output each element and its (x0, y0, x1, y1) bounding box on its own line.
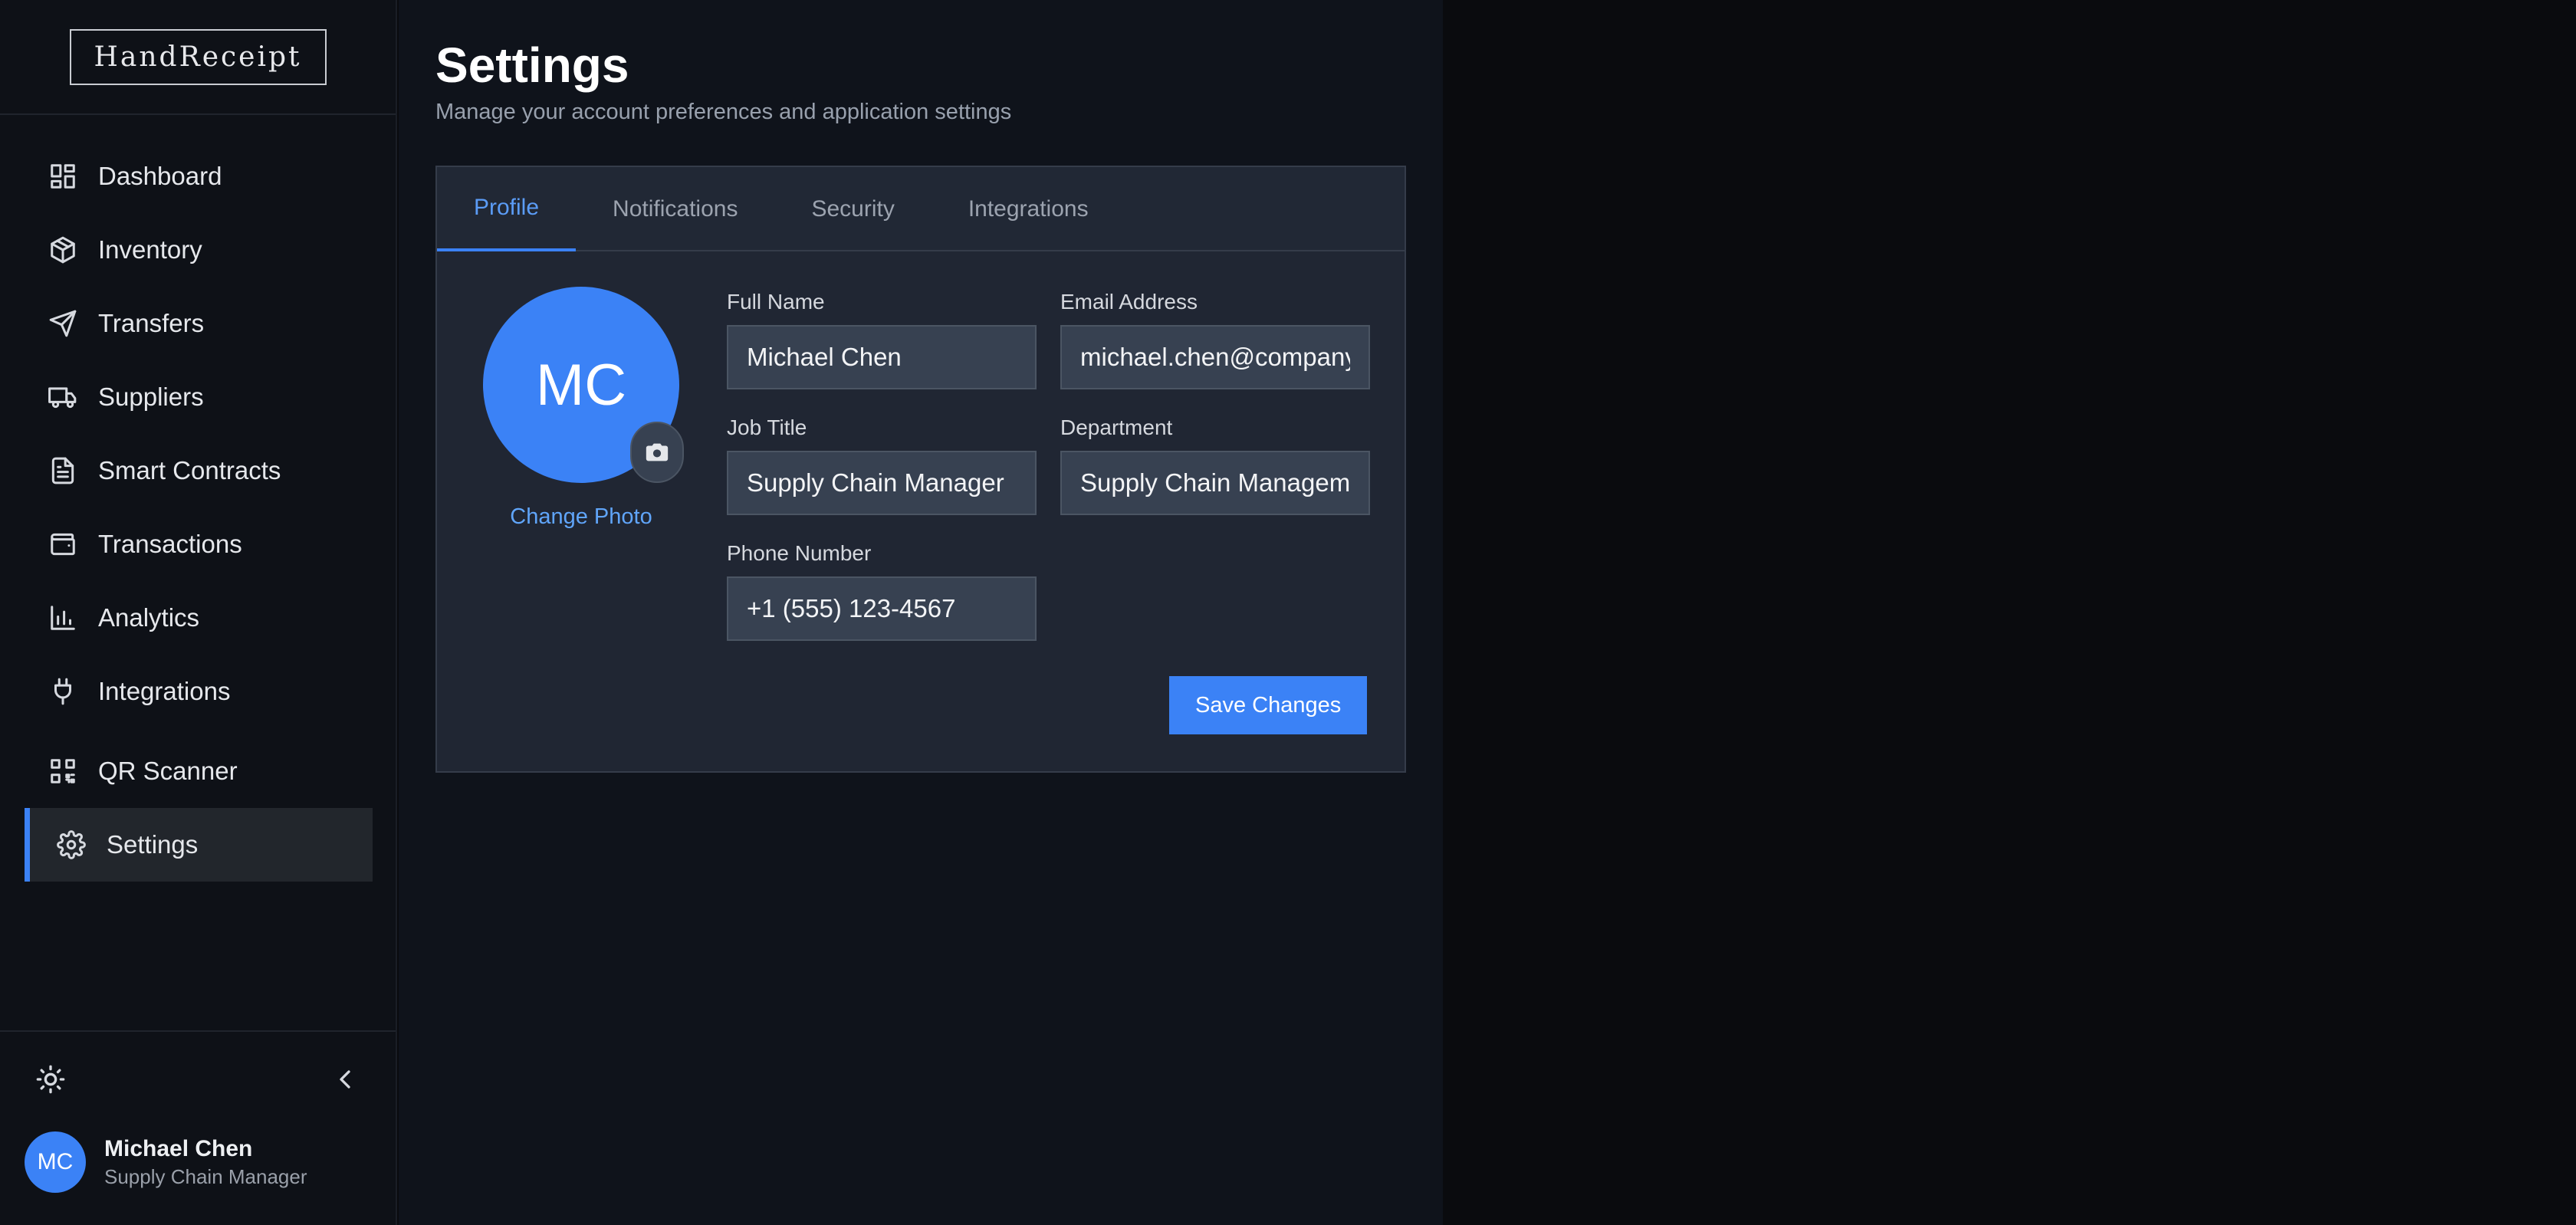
settings-card: Profile Notifications Security Integrati… (435, 166, 1406, 773)
user-profile[interactable]: MC Michael Chen Supply Chain Manager (25, 1131, 307, 1193)
main-content: Settings Manage your account preferences… (399, 0, 1443, 1225)
sidebar-item-transfers[interactable]: Transfers (25, 287, 373, 360)
page-subtitle: Manage your account preferences and appl… (435, 100, 1012, 124)
gear-icon (56, 829, 87, 860)
sidebar-item-dashboard[interactable]: Dashboard (25, 140, 373, 213)
wallet-icon (48, 529, 78, 560)
sidebar-item-label: Settings (107, 830, 199, 859)
package-icon (48, 235, 78, 265)
sidebar-item-label: Integrations (98, 677, 231, 705)
plug-icon (48, 676, 78, 707)
tab-notifications[interactable]: Notifications (576, 167, 774, 251)
sidebar-nav: Dashboard Inventory Transfers Suppliers … (25, 140, 373, 882)
empty-panel (1443, 0, 2576, 1225)
sidebar-item-label: Transactions (98, 530, 242, 558)
email-label: Email Address (1060, 290, 1198, 314)
sun-icon (36, 1065, 65, 1094)
job-title-input[interactable] (727, 451, 1037, 515)
sidebar-item-analytics[interactable]: Analytics (25, 581, 373, 655)
department-field-group: Department (1060, 415, 1370, 515)
tab-security[interactable]: Security (774, 167, 931, 251)
bar-chart-icon (48, 603, 78, 633)
department-input[interactable] (1060, 451, 1370, 515)
user-role: Supply Chain Manager (104, 1164, 307, 1188)
sidebar-item-suppliers[interactable]: Suppliers (25, 360, 373, 434)
collapse-sidebar-button[interactable] (330, 1064, 363, 1098)
change-photo-link[interactable]: Change Photo (483, 504, 679, 530)
document-icon (48, 455, 78, 486)
email-field-group: Email Address (1060, 290, 1370, 389)
sidebar-item-label: Transfers (98, 309, 205, 337)
sidebar-item-label: Analytics (98, 603, 200, 632)
camera-icon (646, 443, 669, 461)
sidebar-item-smart-contracts[interactable]: Smart Contracts (25, 434, 373, 507)
department-label: Department (1060, 415, 1173, 439)
sidebar-item-label: Dashboard (98, 162, 222, 190)
sidebar-item-inventory[interactable]: Inventory (25, 213, 373, 287)
app-logo[interactable]: HandReceipt (69, 28, 327, 85)
upload-photo-button[interactable] (630, 422, 684, 483)
job-title-label: Job Title (727, 415, 807, 439)
chevron-left-icon (340, 1070, 350, 1089)
sidebar-item-qr-scanner[interactable]: QR Scanner (25, 734, 373, 808)
tab-integrations[interactable]: Integrations (932, 167, 1125, 251)
sidebar-item-label: QR Scanner (98, 757, 238, 785)
sidebar-item-label: Inventory (98, 235, 202, 264)
phone-label: Phone Number (727, 541, 872, 565)
email-input[interactable] (1060, 325, 1370, 389)
page-title: Settings (435, 38, 629, 93)
send-icon (48, 308, 78, 339)
sidebar-item-settings[interactable]: Settings (25, 808, 373, 882)
sidebar-item-transactions[interactable]: Transactions (25, 507, 373, 581)
full-name-label: Full Name (727, 290, 825, 314)
logo-container: HandReceipt (0, 0, 396, 115)
qr-code-icon (48, 756, 78, 787)
save-changes-button[interactable]: Save Changes (1169, 676, 1368, 734)
dashboard-icon (48, 161, 78, 192)
sidebar-item-label: Smart Contracts (98, 456, 281, 484)
phone-field-group: Phone Number (727, 541, 1037, 641)
user-info: Michael Chen Supply Chain Manager (104, 1136, 307, 1189)
full-name-field-group: Full Name (727, 290, 1037, 389)
sidebar-item-integrations[interactable]: Integrations (25, 655, 373, 728)
user-name: Michael Chen (104, 1135, 253, 1161)
full-name-input[interactable] (727, 325, 1037, 389)
sidebar-item-label: Suppliers (98, 383, 204, 411)
phone-input[interactable] (727, 576, 1037, 641)
truck-icon (48, 382, 78, 412)
sidebar-footer: MC Michael Chen Supply Chain Manager (0, 1030, 396, 1225)
job-title-field-group: Job Title (727, 415, 1037, 515)
tab-profile[interactable]: Profile (437, 167, 577, 251)
settings-tabs: Profile Notifications Security Integrati… (437, 167, 1405, 251)
avatar: MC (25, 1131, 86, 1193)
theme-toggle-button[interactable] (35, 1064, 69, 1098)
sidebar: HandReceipt Dashboard Inventory Transfer… (0, 0, 397, 1225)
